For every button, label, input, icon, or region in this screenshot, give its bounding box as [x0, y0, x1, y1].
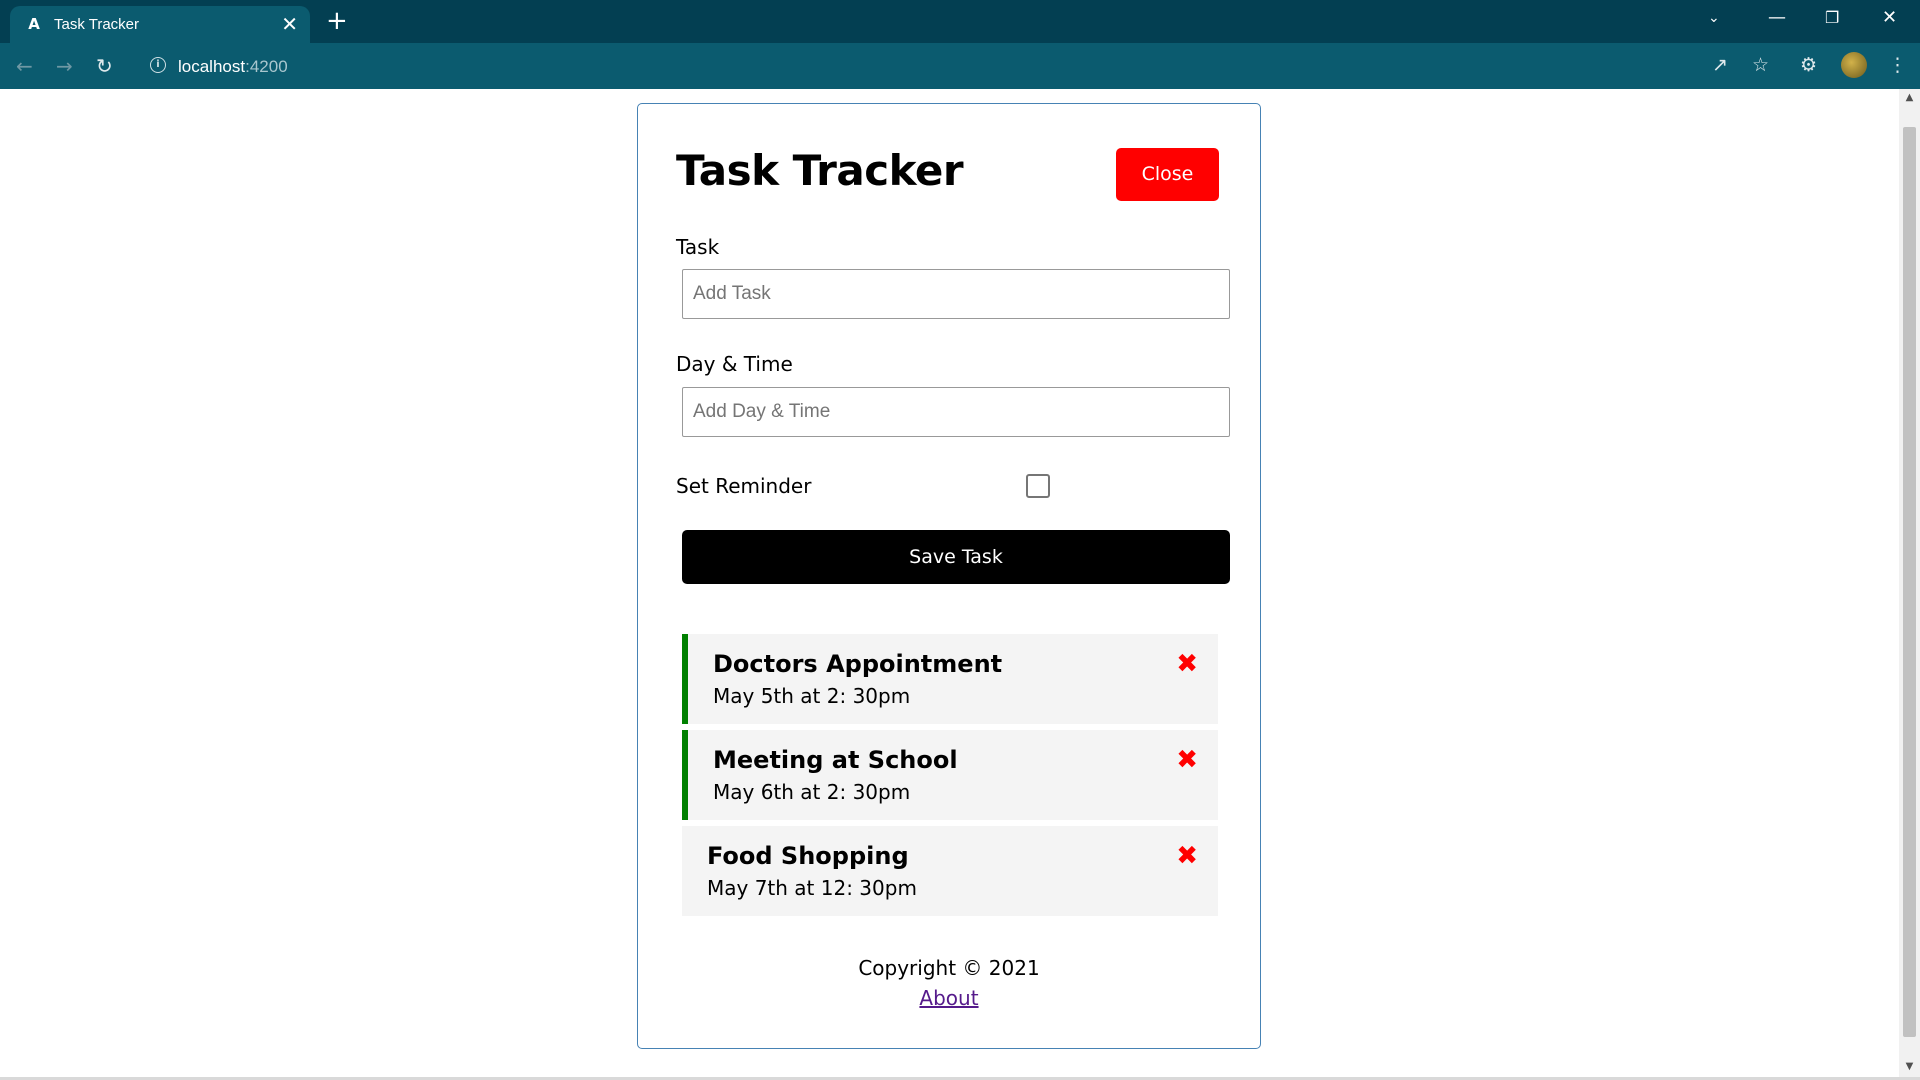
- footer-copyright: Copyright © 2021: [858, 956, 1040, 980]
- save-task-button[interactable]: Save Task: [682, 530, 1230, 584]
- task-title: Meeting at School: [713, 746, 958, 774]
- task-text-group: Food Shopping May 7th at 12: 30pm: [707, 842, 917, 900]
- delete-task-icon[interactable]: ✖: [1176, 842, 1198, 870]
- day-time-input[interactable]: [682, 387, 1230, 437]
- task-tracker-container: Task Tracker Close Task Day & Time Set R…: [637, 103, 1261, 1049]
- new-tab-button[interactable]: +: [326, 7, 348, 35]
- angular-favicon-icon: A: [28, 15, 40, 33]
- extensions-icon[interactable]: ⚙: [1800, 53, 1817, 77]
- scroll-thumb[interactable]: [1903, 127, 1916, 1037]
- url-text[interactable]: localhost:4200: [178, 57, 288, 77]
- vertical-scrollbar[interactable]: ▲ ▼: [1899, 89, 1920, 1077]
- site-info-icon[interactable]: i: [150, 57, 166, 73]
- task-title: Food Shopping: [707, 842, 909, 870]
- footer-about: About: [638, 986, 1260, 1010]
- about-link[interactable]: About: [919, 986, 978, 1010]
- task-item[interactable]: Doctors Appointment May 5th at 2: 30pm ✖: [682, 634, 1218, 724]
- browser-toolbar: ← → ↻ i localhost:4200 ↗ ☆ ⚙ ⋮: [0, 43, 1920, 89]
- task-day: May 6th at 2: 30pm: [713, 780, 911, 804]
- page-title: Task Tracker: [676, 146, 964, 195]
- url-host: localhost: [178, 57, 246, 76]
- reload-icon[interactable]: ↻: [96, 54, 113, 78]
- forward-icon[interactable]: →: [56, 54, 73, 78]
- url-port: :4200: [245, 57, 288, 76]
- task-text-group: Meeting at School May 6th at 2: 30pm: [713, 746, 958, 804]
- menu-icon[interactable]: ⋮: [1888, 53, 1907, 77]
- task-label: Task: [676, 235, 720, 259]
- profile-avatar[interactable]: [1841, 52, 1867, 78]
- back-icon[interactable]: ←: [16, 54, 33, 78]
- task-text-group: Doctors Appointment May 5th at 2: 30pm: [713, 650, 1002, 708]
- window-close-icon[interactable]: ✕: [1882, 6, 1897, 30]
- restore-icon[interactable]: ❐: [1825, 6, 1839, 30]
- set-reminder-checkbox[interactable]: [1026, 474, 1050, 498]
- scroll-up-icon[interactable]: ▲: [1899, 92, 1920, 103]
- close-form-button[interactable]: Close: [1116, 148, 1219, 201]
- share-icon[interactable]: ↗: [1712, 53, 1728, 77]
- delete-task-icon[interactable]: ✖: [1176, 650, 1198, 678]
- tab-title: Task Tracker: [54, 16, 140, 33]
- delete-task-icon[interactable]: ✖: [1176, 746, 1198, 774]
- tab-close-icon[interactable]: ✕: [281, 13, 298, 35]
- day-time-label: Day & Time: [676, 352, 793, 376]
- task-day: May 5th at 2: 30pm: [713, 684, 911, 708]
- tab-strip: A Task Tracker ✕ + ⌄ — ❐ ✕: [0, 0, 1920, 43]
- task-item[interactable]: Food Shopping May 7th at 12: 30pm ✖: [682, 826, 1218, 916]
- minimize-icon[interactable]: —: [1768, 6, 1786, 30]
- task-input[interactable]: [682, 269, 1230, 319]
- scroll-down-icon[interactable]: ▼: [1899, 1061, 1920, 1072]
- browser-tab[interactable]: A Task Tracker ✕: [10, 6, 310, 43]
- task-day: May 7th at 12: 30pm: [707, 876, 917, 900]
- set-reminder-label: Set Reminder: [676, 474, 812, 498]
- star-icon[interactable]: ☆: [1752, 53, 1769, 77]
- tab-search-icon[interactable]: ⌄: [1708, 6, 1720, 30]
- task-item[interactable]: Meeting at School May 6th at 2: 30pm ✖: [682, 730, 1218, 820]
- task-title: Doctors Appointment: [713, 650, 1003, 678]
- address-bar[interactable]: i localhost:4200: [138, 49, 1700, 83]
